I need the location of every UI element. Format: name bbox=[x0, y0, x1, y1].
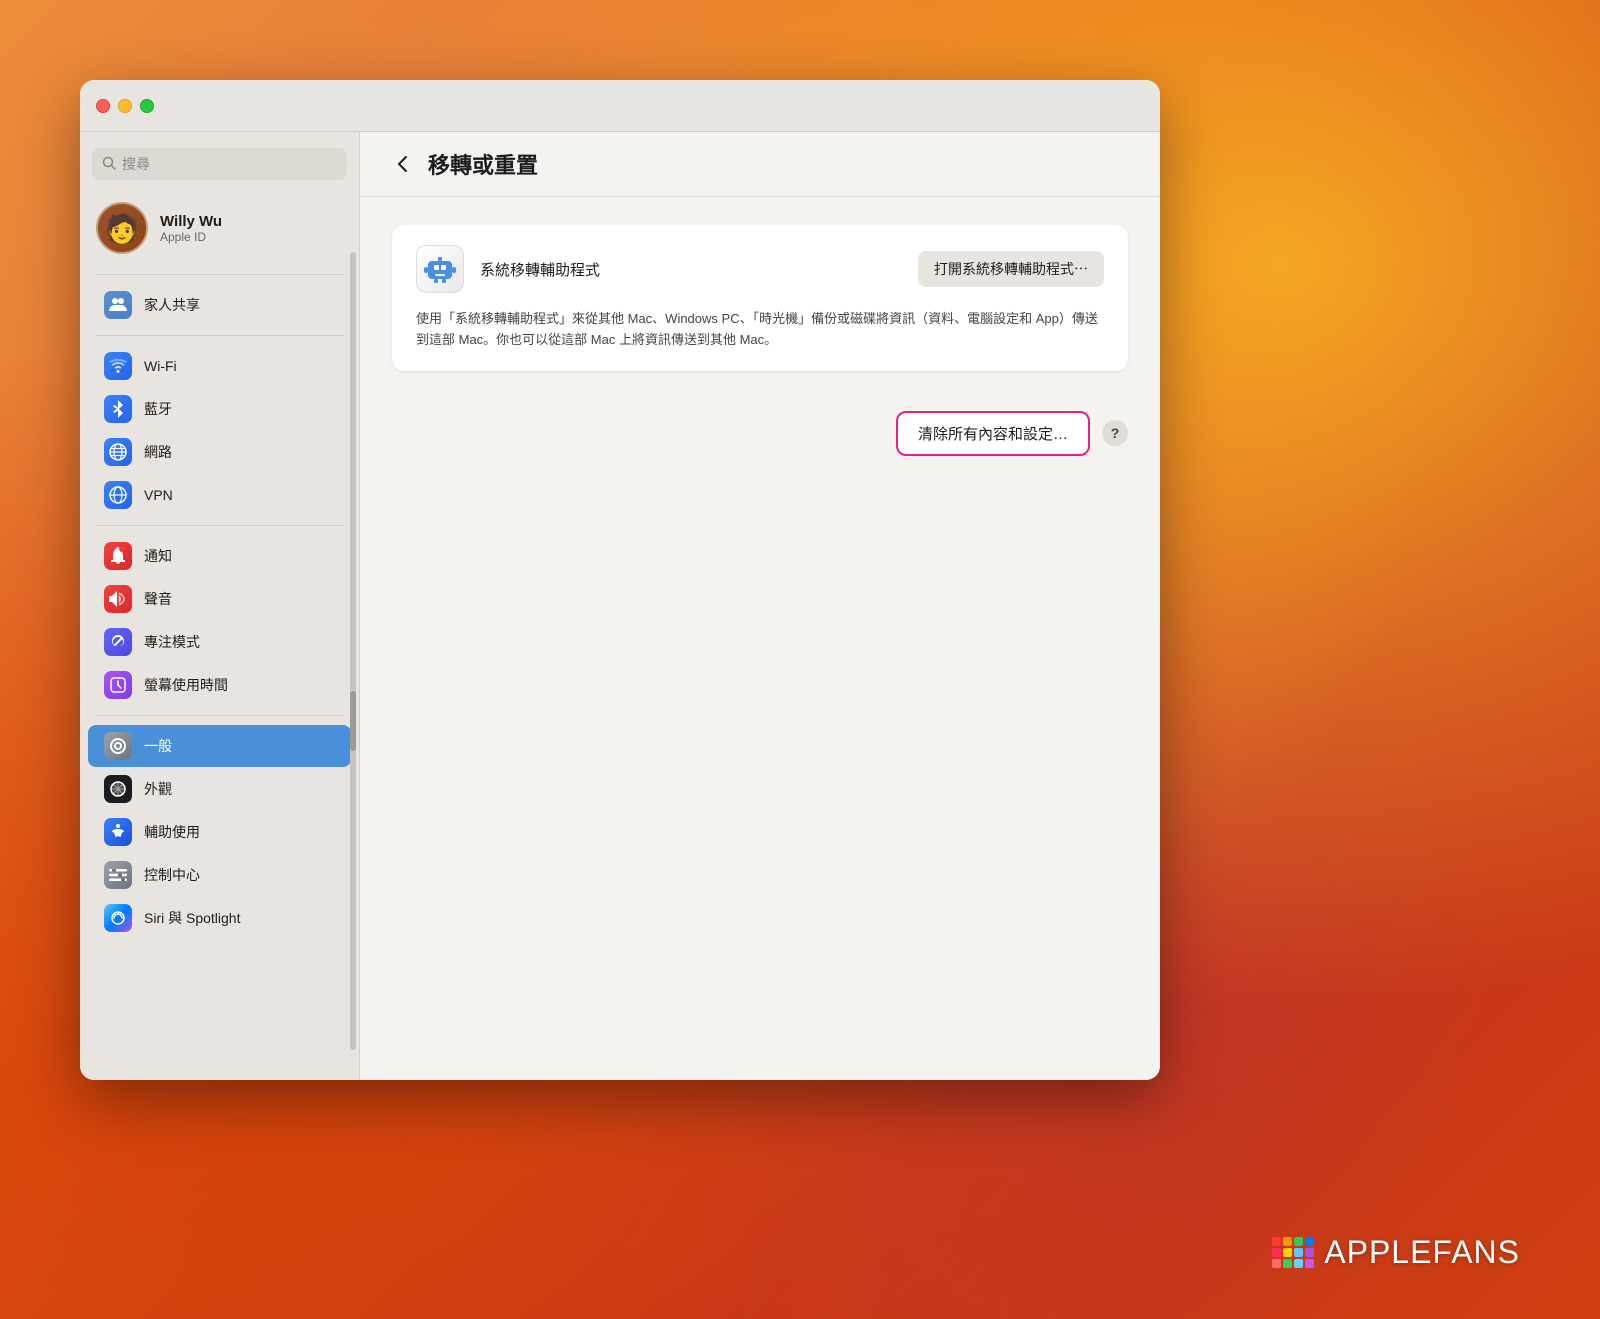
screentime-icon bbox=[104, 671, 132, 699]
user-subtitle: Apple ID bbox=[160, 230, 222, 244]
sidebar-item-focus[interactable]: 專注模式 bbox=[88, 621, 351, 663]
screentime-label: 螢幕使用時間 bbox=[144, 675, 228, 695]
close-button[interactable] bbox=[96, 99, 110, 113]
watermark-text: APPLEFANS bbox=[1324, 1234, 1520, 1271]
family-icon bbox=[104, 291, 132, 319]
siri-icon bbox=[104, 904, 132, 932]
migration-app-icon bbox=[416, 245, 464, 293]
main-content-area: 移轉或重置 bbox=[360, 132, 1160, 1080]
sidebar-section-family: 家人共享 bbox=[80, 279, 359, 331]
sidebar-item-family[interactable]: 家人共享 bbox=[88, 284, 351, 326]
separator-1 bbox=[96, 274, 343, 275]
sidebar-item-network[interactable]: 網路 bbox=[88, 431, 351, 473]
sidebar-item-accessibility[interactable]: 輔助使用 bbox=[88, 811, 351, 853]
migration-card: 系統移轉輔助程式 打開系統移轉輔助程式⋯ 使用「系統移轉輔助程式」來從其他 Ma… bbox=[392, 225, 1128, 371]
family-label: 家人共享 bbox=[144, 295, 200, 315]
general-icon bbox=[104, 732, 132, 760]
bluetooth-icon bbox=[104, 395, 132, 423]
search-box[interactable]: 搜尋 bbox=[92, 148, 347, 180]
accessibility-label: 輔助使用 bbox=[144, 822, 200, 842]
sidebar-item-notification[interactable]: 通知 bbox=[88, 535, 351, 577]
sidebar-item-wifi[interactable]: Wi-Fi bbox=[88, 345, 351, 387]
general-label: 一般 bbox=[144, 736, 172, 756]
network-icon bbox=[104, 438, 132, 466]
notification-icon bbox=[104, 542, 132, 570]
traffic-lights bbox=[96, 99, 154, 113]
sidebar-item-bluetooth[interactable]: 藍牙 bbox=[88, 388, 351, 430]
sound-icon bbox=[104, 585, 132, 613]
open-migration-button[interactable]: 打開系統移轉輔助程式⋯ bbox=[918, 251, 1104, 287]
user-info: Willy Wu Apple ID bbox=[160, 213, 222, 244]
sidebar: 搜尋 🧑 Willy Wu Apple ID bbox=[80, 132, 360, 1080]
accessibility-icon bbox=[104, 818, 132, 846]
sidebar-item-appearance[interactable]: 外觀 bbox=[88, 768, 351, 810]
sidebar-item-vpn[interactable]: VPN bbox=[88, 474, 351, 516]
search-icon bbox=[102, 156, 116, 173]
wifi-label: Wi-Fi bbox=[144, 358, 177, 374]
reset-section: 清除所有內容和設定… ? bbox=[392, 391, 1128, 476]
appearance-label: 外觀 bbox=[144, 779, 172, 799]
applefans-logo-icon bbox=[1272, 1237, 1314, 1269]
search-placeholder: 搜尋 bbox=[122, 154, 150, 174]
main-header: 移轉或重置 bbox=[360, 132, 1160, 197]
settings-window: 搜尋 🧑 Willy Wu Apple ID bbox=[80, 80, 1160, 1080]
separator-2 bbox=[96, 335, 343, 336]
avatar: 🧑 bbox=[96, 202, 148, 254]
sidebar-section-network: Wi-Fi 藍牙 bbox=[80, 340, 359, 521]
help-button[interactable]: ? bbox=[1102, 420, 1128, 446]
scrollbar-thumb[interactable] bbox=[350, 691, 356, 751]
migration-title: 系統移轉輔助程式 bbox=[480, 259, 600, 280]
reset-button[interactable]: 清除所有內容和設定… bbox=[896, 411, 1090, 456]
separator-4 bbox=[96, 715, 343, 716]
notification-label: 通知 bbox=[144, 546, 172, 566]
migration-card-left: 系統移轉輔助程式 bbox=[416, 245, 600, 293]
vpn-label: VPN bbox=[144, 487, 173, 503]
sidebar-item-siri[interactable]: Siri 與 Spotlight bbox=[88, 897, 351, 939]
titlebar bbox=[80, 80, 1160, 132]
control-label: 控制中心 bbox=[144, 865, 200, 885]
separator-3 bbox=[96, 525, 343, 526]
vpn-icon bbox=[104, 481, 132, 509]
back-button[interactable] bbox=[388, 150, 416, 178]
sidebar-item-sound[interactable]: 聲音 bbox=[88, 578, 351, 620]
watermark: APPLEFANS bbox=[1272, 1234, 1520, 1271]
watermark-bold: APPLE bbox=[1324, 1234, 1432, 1270]
scrollbar-track bbox=[350, 252, 356, 1050]
sidebar-item-screentime[interactable]: 螢幕使用時間 bbox=[88, 664, 351, 706]
sidebar-item-control[interactable]: 控制中心 bbox=[88, 854, 351, 896]
user-name: Willy Wu bbox=[160, 213, 222, 230]
siri-label: Siri 與 Spotlight bbox=[144, 908, 240, 928]
control-icon bbox=[104, 861, 132, 889]
watermark-light: FANS bbox=[1432, 1234, 1520, 1270]
appearance-icon bbox=[104, 775, 132, 803]
wifi-icon bbox=[104, 352, 132, 380]
bluetooth-label: 藍牙 bbox=[144, 399, 172, 419]
window-content: 搜尋 🧑 Willy Wu Apple ID bbox=[80, 132, 1160, 1080]
main-panel: 系統移轉輔助程式 打開系統移轉輔助程式⋯ 使用「系統移轉輔助程式」來從其他 Ma… bbox=[360, 197, 1160, 1080]
migration-card-row: 系統移轉輔助程式 打開系統移轉輔助程式⋯ bbox=[416, 245, 1104, 293]
minimize-button[interactable] bbox=[118, 99, 132, 113]
sidebar-section-system: 一般 外觀 bbox=[80, 720, 359, 944]
focus-icon bbox=[104, 628, 132, 656]
fullscreen-button[interactable] bbox=[140, 99, 154, 113]
network-label: 網路 bbox=[144, 442, 172, 462]
focus-label: 專注模式 bbox=[144, 632, 200, 652]
sidebar-item-general[interactable]: 一般 bbox=[88, 725, 351, 767]
page-title: 移轉或重置 bbox=[428, 148, 538, 180]
user-profile[interactable]: 🧑 Willy Wu Apple ID bbox=[80, 192, 359, 270]
sound-label: 聲音 bbox=[144, 589, 172, 609]
migration-description: 使用「系統移轉輔助程式」來從其他 Mac、Windows PC、「時光機」備份或… bbox=[416, 309, 1104, 351]
sidebar-section-notifications: 通知 聲音 bbox=[80, 530, 359, 711]
